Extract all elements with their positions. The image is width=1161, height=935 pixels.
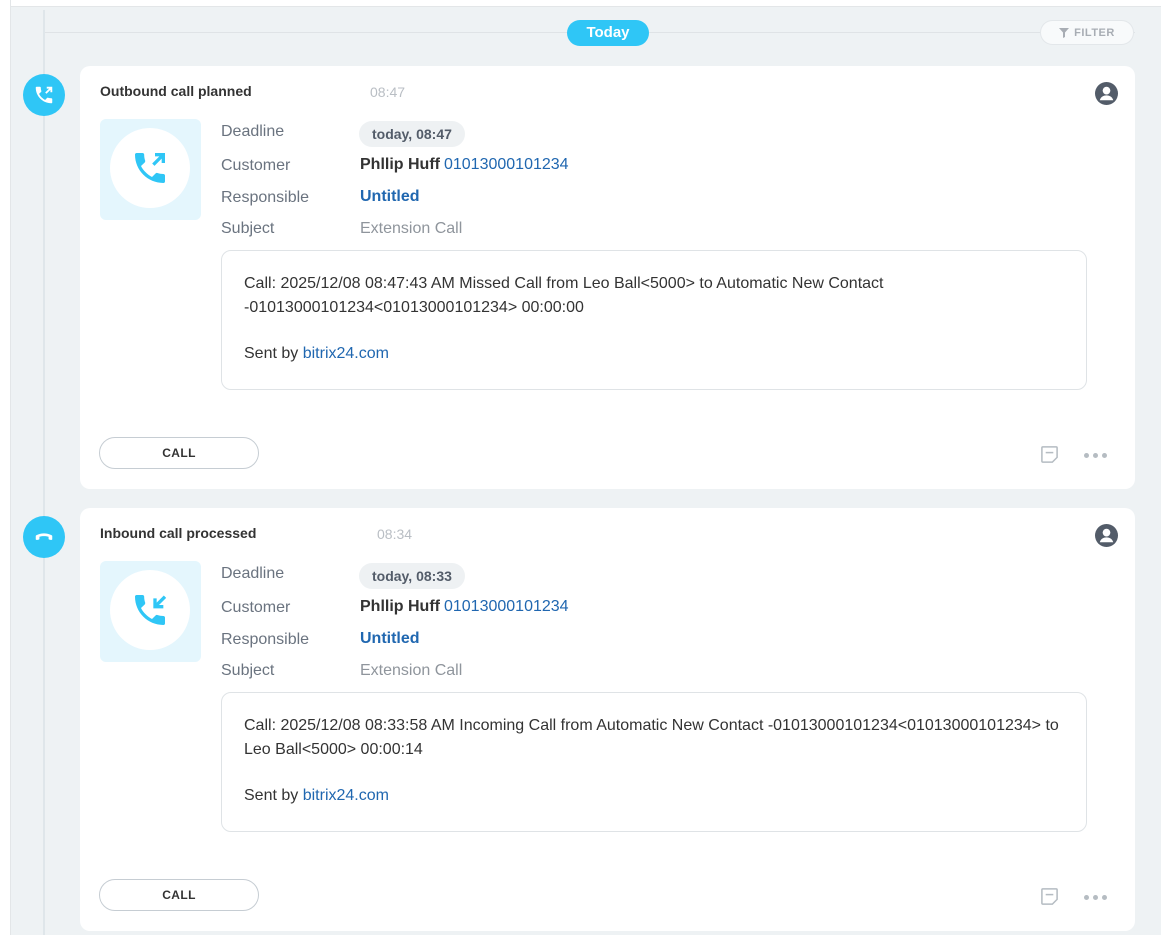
user-icon[interactable]: [1095, 82, 1118, 105]
customer-name-link[interactable]: Phllip Huff: [360, 598, 440, 615]
hangup-call-icon: [23, 516, 65, 558]
inbound-call-large-icon: [135, 595, 167, 625]
sent-by-line: Sent by bitrix24.com: [244, 342, 1064, 366]
deadline-value[interactable]: today, 08:47: [359, 121, 465, 147]
call-type-icon-box: [100, 119, 201, 220]
deadline-label: Deadline: [221, 565, 285, 582]
sent-by-prefix: Sent by: [244, 345, 299, 362]
sent-by-link[interactable]: bitrix24.com: [303, 345, 389, 362]
responsible-label: Responsible: [221, 631, 310, 648]
subject-label: Subject: [221, 220, 275, 237]
call-description: Call: 2025/12/08 08:33:58 AM Incoming Ca…: [221, 692, 1087, 832]
outbound-call-icon: [23, 74, 65, 116]
responsible-label: Responsible: [221, 189, 310, 206]
activity-card-inbound: Inbound call processed 08:34 Deadline to…: [80, 508, 1135, 931]
window-left-edge: [0, 0, 11, 935]
call-description: Call: 2025/12/08 08:47:43 AM Missed Call…: [221, 250, 1087, 390]
call-description-text: Call: 2025/12/08 08:47:43 AM Missed Call…: [244, 275, 884, 316]
outbound-call-large-icon: [135, 153, 165, 183]
call-type-icon-box: [100, 561, 201, 662]
subject-value: Extension Call: [360, 662, 463, 679]
activity-time: 08:47: [370, 84, 406, 100]
timeline-line: [43, 10, 45, 935]
user-icon[interactable]: [1095, 524, 1118, 547]
activity-title: Outbound call planned: [100, 83, 252, 99]
sent-by-link[interactable]: bitrix24.com: [303, 787, 389, 804]
filter-label: FILTER: [1074, 26, 1115, 39]
responsible-link[interactable]: Untitled: [360, 630, 420, 648]
deadline-value[interactable]: today, 08:33: [359, 563, 465, 589]
call-description-text: Call: 2025/12/08 08:33:58 AM Incoming Ca…: [244, 717, 1059, 758]
deadline-label: Deadline: [221, 123, 285, 140]
activity-card-outbound: Outbound call planned 08:47 Deadline tod…: [80, 66, 1135, 489]
customer-phone-link[interactable]: 01013000101234: [444, 598, 569, 615]
customer-name-link[interactable]: Phllip Huff: [360, 156, 440, 173]
more-icon[interactable]: [1084, 893, 1112, 901]
filter-icon: [1059, 27, 1070, 38]
more-icon[interactable]: [1084, 451, 1112, 459]
customer-value: Phllip Huff 01013000101234: [360, 156, 569, 174]
day-badge-today: Today: [567, 20, 649, 46]
call-button[interactable]: CALL: [99, 879, 259, 911]
call-button[interactable]: CALL: [99, 437, 259, 469]
customer-label: Customer: [221, 599, 291, 616]
subject-value: Extension Call: [360, 220, 463, 237]
activity-time: 08:34: [377, 526, 413, 542]
note-icon[interactable]: [1040, 887, 1059, 906]
activity-title: Inbound call processed: [100, 525, 257, 541]
customer-label: Customer: [221, 157, 291, 174]
note-icon[interactable]: [1040, 445, 1059, 464]
customer-value: Phllip Huff 01013000101234: [360, 598, 569, 616]
responsible-link[interactable]: Untitled: [360, 188, 420, 206]
window-top-edge: [0, 0, 1161, 7]
filter-button[interactable]: FILTER: [1040, 20, 1134, 45]
sent-by-prefix: Sent by: [244, 787, 299, 804]
subject-label: Subject: [221, 662, 275, 679]
sent-by-line: Sent by bitrix24.com: [244, 784, 1064, 808]
customer-phone-link[interactable]: 01013000101234: [444, 156, 569, 173]
